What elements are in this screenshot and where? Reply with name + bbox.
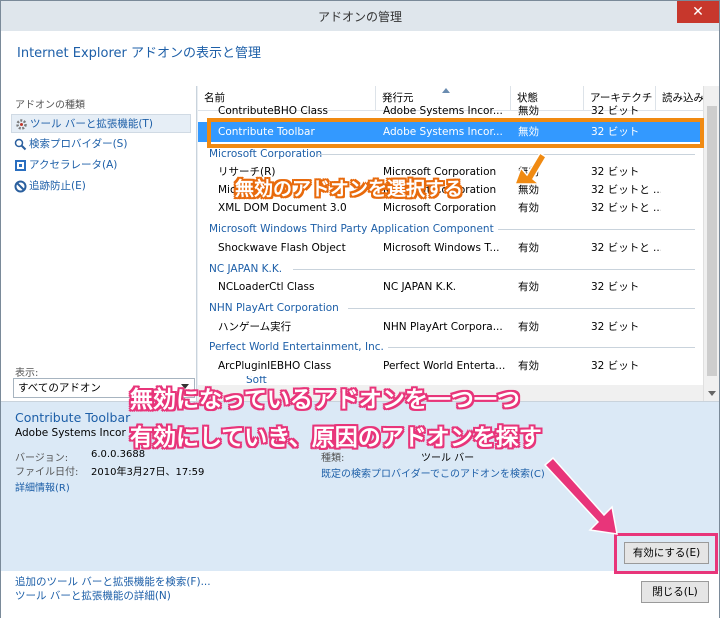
header: Internet Explorer アドオンの表示と管理 <box>1 31 719 86</box>
type-accelerators[interactable]: アクセラレータ(A) <box>11 156 191 175</box>
addon-manager-window: アドオンの管理 ✕ Internet Explorer アドオンの表示と管理 ア… <box>0 0 720 619</box>
annotation-select-disabled: 無効のアドオンを選択する <box>235 178 464 200</box>
scrollbar-thumb[interactable] <box>707 106 717 376</box>
type-label: ツール バーと拡張機能(T) <box>30 118 153 130</box>
type-label: アクセラレータ(A) <box>29 159 118 171</box>
show-label: 表示: <box>15 368 39 379</box>
cell-status: 有効 <box>518 202 539 214</box>
cell-status: 無効 <box>518 166 539 178</box>
cell-publisher: Adobe Systems Incor... <box>383 105 503 117</box>
accelerator-icon <box>15 160 26 171</box>
file-date-label: ファイル日付: <box>15 467 79 478</box>
table-row[interactable]: ArcPluginIEBHO Class Perfect World Enter… <box>198 356 703 376</box>
gear-icon <box>16 119 27 130</box>
cell-publisher: Perfect World Enterta... <box>383 360 506 372</box>
cell-publisher: NHN PlayArt Corpora... <box>383 321 503 333</box>
cell-publisher: NC JAPAN K.K. <box>383 281 457 293</box>
cell-arch: 32 ビットと ... <box>591 242 661 254</box>
search-addon-link[interactable]: 既定の検索プロバイダーでこのアドオンを検索(C) <box>321 465 545 480</box>
cell-status: 有効 <box>518 321 539 333</box>
group-name: NHN PlayArt Corporation <box>209 302 339 314</box>
cell-status: 有効 <box>518 281 539 293</box>
cell-arch: 32 ビット <box>591 360 640 372</box>
page-title: Internet Explorer アドオンの表示と管理 <box>17 46 262 61</box>
type-search-providers[interactable]: 検索プロバイダー(S) <box>11 135 191 154</box>
group-name: Microsoft Windows Third Party Applicatio… <box>209 223 494 235</box>
table-row[interactable]: NCLoaderCtl Class NC JAPAN K.K. 有効 32 ビッ… <box>198 277 703 297</box>
cell-arch: 32 ビット <box>591 105 640 117</box>
file-date-value: 2010年3月27日、17:59 <box>91 467 205 478</box>
cell-name: ハンゲーム実行 <box>218 321 292 333</box>
type-toolbars-extensions[interactable]: ツール バーと拡張機能(T) <box>11 114 191 133</box>
type-tracking-protection[interactable]: 追跡防止(E) <box>11 177 191 196</box>
detail-publisher: Adobe Systems Incor <box>15 427 126 439</box>
group-header: Microsoft Windows Third Party Applicatio… <box>198 219 703 239</box>
table-row[interactable]: Shockwave Flash Object Microsoft Windows… <box>198 238 703 258</box>
scroll-down-icon[interactable] <box>708 391 716 396</box>
more-info-link[interactable]: 詳細情報(R) <box>15 479 70 494</box>
cell-arch: 32 ビット <box>591 281 640 293</box>
vertical-scrollbar[interactable] <box>703 86 719 401</box>
group-name: Microsoft Corporation <box>209 148 323 160</box>
cell-name: ArcPluginIEBHO Class <box>218 360 332 372</box>
detail-addon-name: Contribute Toolbar <box>15 410 131 425</box>
cell-arch: 32 ビットと ... <box>591 202 661 214</box>
table-row[interactable]: ContributeBHO Class Adobe Systems Incor.… <box>198 105 703 117</box>
sort-ascending-icon <box>442 88 450 93</box>
cell-publisher: Microsoft Corporation <box>383 202 497 214</box>
cell-name: XML DOM Document 3.0 <box>218 202 347 214</box>
addon-types-label: アドオンの種類 <box>15 100 85 111</box>
cell-status: 有効 <box>518 360 539 372</box>
annotation-line-2: 有効にしていき、原因のアドオンを探す <box>130 425 542 451</box>
highlight-selected-row <box>207 118 704 148</box>
learn-more-addons-link[interactable]: ツール バーと拡張機能の詳細(N) <box>15 588 171 603</box>
cell-publisher: Microsoft Windows T... <box>383 242 500 254</box>
window-title: アドオンの管理 <box>317 10 402 24</box>
cell-name: NCLoaderCtl Class <box>218 281 315 293</box>
bottom-bar: 追加のツール バーと拡張機能を検索(F)... ツール バーと拡張機能の詳細(N… <box>1 571 719 619</box>
group-name: Perfect World Entertainment, Inc. <box>209 341 384 353</box>
close-button[interactable]: 閉じる(L) <box>641 581 709 603</box>
cell-name: Shockwave Flash Object <box>218 242 346 254</box>
group-header: NHN PlayArt Corporation <box>198 298 703 318</box>
title-bar: アドオンの管理 ✕ <box>1 1 719 31</box>
cell-arch: 32 ビット <box>591 166 640 178</box>
table-row[interactable]: XML DOM Document 3.0 Microsoft Corporati… <box>198 198 703 218</box>
type-label: 検索プロバイダー(S) <box>29 138 128 150</box>
addon-types-pane: アドオンの種類 ツール バーと拡張機能(T) 検索プロバイダー(S) アクセラレ… <box>1 86 197 401</box>
cell-status: 無効 <box>518 184 539 196</box>
block-icon <box>14 180 27 193</box>
find-more-addons-link[interactable]: 追加のツール バーと拡張機能を検索(F)... <box>15 574 211 589</box>
window-close-button[interactable]: ✕ <box>677 1 719 23</box>
cell-status: 無効 <box>518 105 539 117</box>
version-label: バージョン: <box>15 453 69 464</box>
highlight-enable-button <box>614 533 718 574</box>
search-icon <box>14 138 27 151</box>
group-header: NC JAPAN K.K. <box>198 259 703 279</box>
group-name: NC JAPAN K.K. <box>209 263 283 275</box>
cell-arch: 32 ビットと ... <box>591 184 661 196</box>
show-dropdown-value: すべてのアドオン <box>18 382 101 394</box>
group-header: Perfect World Entertainment, Inc. <box>198 337 703 357</box>
cell-arch: 32 ビット <box>591 321 640 333</box>
table-row[interactable]: ハンゲーム実行 NHN PlayArt Corpora... 有効 32 ビット <box>198 317 703 337</box>
cell-name: ContributeBHO Class <box>218 105 328 117</box>
type-label: 追跡防止(E) <box>29 180 86 192</box>
cell-status: 有効 <box>518 242 539 254</box>
annotation-line-1: 無効になっているアドオンを一つ一つ <box>130 387 520 413</box>
